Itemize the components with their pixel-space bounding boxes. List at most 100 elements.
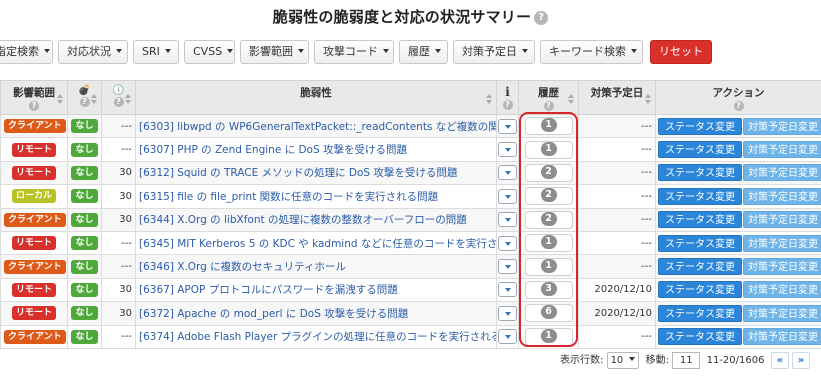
vulnerability-link[interactable]: [6303] libwpd の WP6GeneralTextPacket::_r…	[139, 121, 496, 133]
change-planned-date-button[interactable]: 対策予定日変更	[743, 258, 821, 276]
history-button[interactable]: 1	[524, 140, 573, 159]
planned-date-cell: 2020/12/10	[578, 301, 656, 326]
change-planned-date-button[interactable]: 対策予定日変更	[743, 117, 821, 135]
vulnerability-link[interactable]: [6367] APOP プロトコルにパスワードを漏洩する問題	[139, 284, 398, 296]
change-planned-date-button[interactable]: 対策予定日変更	[743, 141, 821, 159]
change-planned-date-button[interactable]: 対策予定日変更	[743, 281, 821, 299]
change-planned-date-button[interactable]: 対策予定日変更	[743, 328, 821, 346]
page-title-text: 脆弱性の脆弱度と対応の状況サマリー	[272, 8, 532, 26]
history-cell: 2	[518, 160, 579, 186]
col-header-days[interactable]: 🕔?	[101, 80, 136, 115]
next-page-button[interactable]: »	[792, 351, 811, 369]
change-status-button[interactable]: ステータス変更	[658, 304, 742, 322]
help-icon[interactable]: ?	[733, 101, 744, 111]
scope-badge: リモート	[11, 142, 56, 157]
planned-date-cell: 2020/12/10	[578, 277, 656, 303]
history-button[interactable]: 6	[524, 304, 573, 323]
rows-per-page-select[interactable]: 10	[606, 351, 640, 369]
history-button[interactable]: 1	[524, 327, 573, 346]
help-icon[interactable]: ?	[543, 101, 554, 111]
first-page-button[interactable]: «	[770, 351, 789, 369]
change-status-button[interactable]: ステータス変更	[658, 117, 742, 135]
vulnerability-table: 影響範囲? 💣? 🕔? 脆弱性 i? 履歴? 対策予定日 アクション? クライア…	[0, 80, 821, 349]
history-button[interactable]: 1	[524, 117, 573, 136]
vulnerability-link[interactable]: [6374] Adobe Flash Player プラグインの処理に任意のコー…	[139, 331, 496, 343]
change-status-button[interactable]: ステータス変更	[658, 281, 742, 299]
reset-button[interactable]: リセット	[650, 40, 712, 64]
page-title: 脆弱性の脆弱度と対応の状況サマリー?	[0, 6, 821, 27]
page-jump-input[interactable]: 11	[672, 351, 701, 369]
filter-keyword-search-button[interactable]: キーワード検索	[540, 40, 643, 64]
expand-details-button[interactable]	[498, 305, 517, 321]
filter-impact-scope-button[interactable]: 影響範囲	[240, 40, 309, 64]
expand-details-button[interactable]	[498, 235, 517, 251]
vulnerability-cell: [6367] APOP プロトコルにパスワードを漏洩する問題	[135, 277, 497, 303]
change-planned-date-button[interactable]: 対策予定日変更	[743, 187, 821, 205]
attack-code-cell: なし	[67, 160, 102, 186]
change-planned-date-button[interactable]: 対策予定日変更	[743, 234, 821, 252]
help-icon[interactable]: ?	[29, 101, 39, 111]
change-status-button[interactable]: ステータス変更	[658, 211, 742, 229]
vulnerability-link[interactable]: [6345] MIT Kerberos 5 の KDC や kadmind など…	[139, 238, 496, 250]
col-header-attack-code[interactable]: 💣?	[67, 80, 102, 115]
filter-attack-code-button[interactable]: 攻撃コード	[314, 40, 394, 64]
history-cell: 1	[518, 113, 579, 139]
filter-history-button[interactable]: 履歴	[399, 40, 448, 64]
help-icon[interactable]: ?	[113, 97, 124, 107]
history-button[interactable]: 2	[524, 210, 573, 229]
vulnerability-link[interactable]: [6312] Squid の TRACE メソッドの処理に DoS 攻撃を受ける…	[139, 167, 457, 179]
expand-details-button[interactable]	[498, 142, 517, 158]
vulnerability-link[interactable]: [6372] Apache の mod_perl に DoS 攻撃を受ける問題	[139, 308, 408, 320]
change-planned-date-button[interactable]: 対策予定日変更	[743, 304, 821, 322]
col-header-history[interactable]: 履歴?	[518, 80, 579, 115]
info-cell	[496, 324, 519, 349]
chevron-down-icon	[116, 49, 122, 53]
help-icon[interactable]: ?	[534, 11, 549, 25]
change-status-button[interactable]: ステータス変更	[658, 328, 742, 346]
expand-details-button[interactable]	[498, 329, 517, 345]
change-status-button[interactable]: ステータス変更	[658, 187, 742, 205]
vulnerability-link[interactable]: [6315] file の file_print 関数に任意のコードを実行される…	[139, 191, 438, 203]
filter-specified-search-button[interactable]: 指定検索	[0, 40, 53, 64]
help-icon[interactable]: ?	[79, 97, 90, 107]
vulnerability-link[interactable]: [6344] X.Org の libXfont の処理に複数の整数オーバーフロー…	[139, 214, 467, 226]
action-cell: ステータス変更 対策予定日変更	[655, 230, 821, 256]
col-header-scope[interactable]: 影響範囲?	[0, 80, 68, 115]
col-header-vulnerability[interactable]: 脆弱性	[135, 80, 497, 115]
scope-badge: クライアント	[4, 329, 66, 344]
scope-cell: クライアント	[0, 113, 68, 139]
history-button[interactable]: 3	[524, 280, 573, 299]
filter-sri-button[interactable]: SRI	[133, 40, 179, 64]
filter-response-status-button[interactable]: 対応状況	[58, 40, 128, 64]
pagination: 表示行数: 10 移動: 11 11-20/1606 « »	[560, 351, 811, 371]
change-status-button[interactable]: ステータス変更	[658, 258, 742, 276]
vulnerability-cell: [6312] Squid の TRACE メソッドの処理に DoS 攻撃を受ける…	[135, 160, 497, 186]
attack-code-cell: なし	[67, 184, 102, 209]
change-status-button[interactable]: ステータス変更	[658, 234, 742, 252]
expand-details-button[interactable]	[498, 165, 517, 181]
filter-cvss-button[interactable]: CVSS	[184, 40, 235, 64]
history-count: 2	[540, 164, 557, 179]
expand-details-button[interactable]	[498, 212, 517, 228]
sort-icon	[91, 94, 97, 104]
help-icon[interactable]: ?	[502, 100, 513, 110]
col-header-planned-date[interactable]: 対策予定日	[578, 80, 656, 115]
expand-details-button[interactable]	[498, 259, 517, 275]
vulnerability-link[interactable]: [6346] X.Org に複数のセキュリティホール	[139, 261, 346, 273]
expand-details-button[interactable]	[498, 282, 517, 298]
history-button[interactable]: 1	[524, 257, 573, 276]
attack-code-cell: なし	[67, 324, 102, 349]
expand-details-button[interactable]	[498, 118, 517, 134]
history-button[interactable]: 2	[524, 187, 573, 206]
filter-cvss-label: CVSS	[193, 45, 223, 58]
change-status-button[interactable]: ステータス変更	[658, 141, 742, 159]
history-count: 1	[540, 235, 557, 250]
filter-planned-date-button[interactable]: 対策予定日	[453, 40, 535, 64]
expand-details-button[interactable]	[498, 188, 517, 204]
history-button[interactable]: 1	[524, 234, 573, 253]
history-button[interactable]: 2	[524, 163, 573, 182]
change-planned-date-button[interactable]: 対策予定日変更	[743, 211, 821, 229]
change-status-button[interactable]: ステータス変更	[658, 164, 742, 182]
change-planned-date-button[interactable]: 対策予定日変更	[743, 164, 821, 182]
vulnerability-link[interactable]: [6307] PHP の Zend Engine に DoS 攻撃を受ける問題	[139, 144, 407, 156]
